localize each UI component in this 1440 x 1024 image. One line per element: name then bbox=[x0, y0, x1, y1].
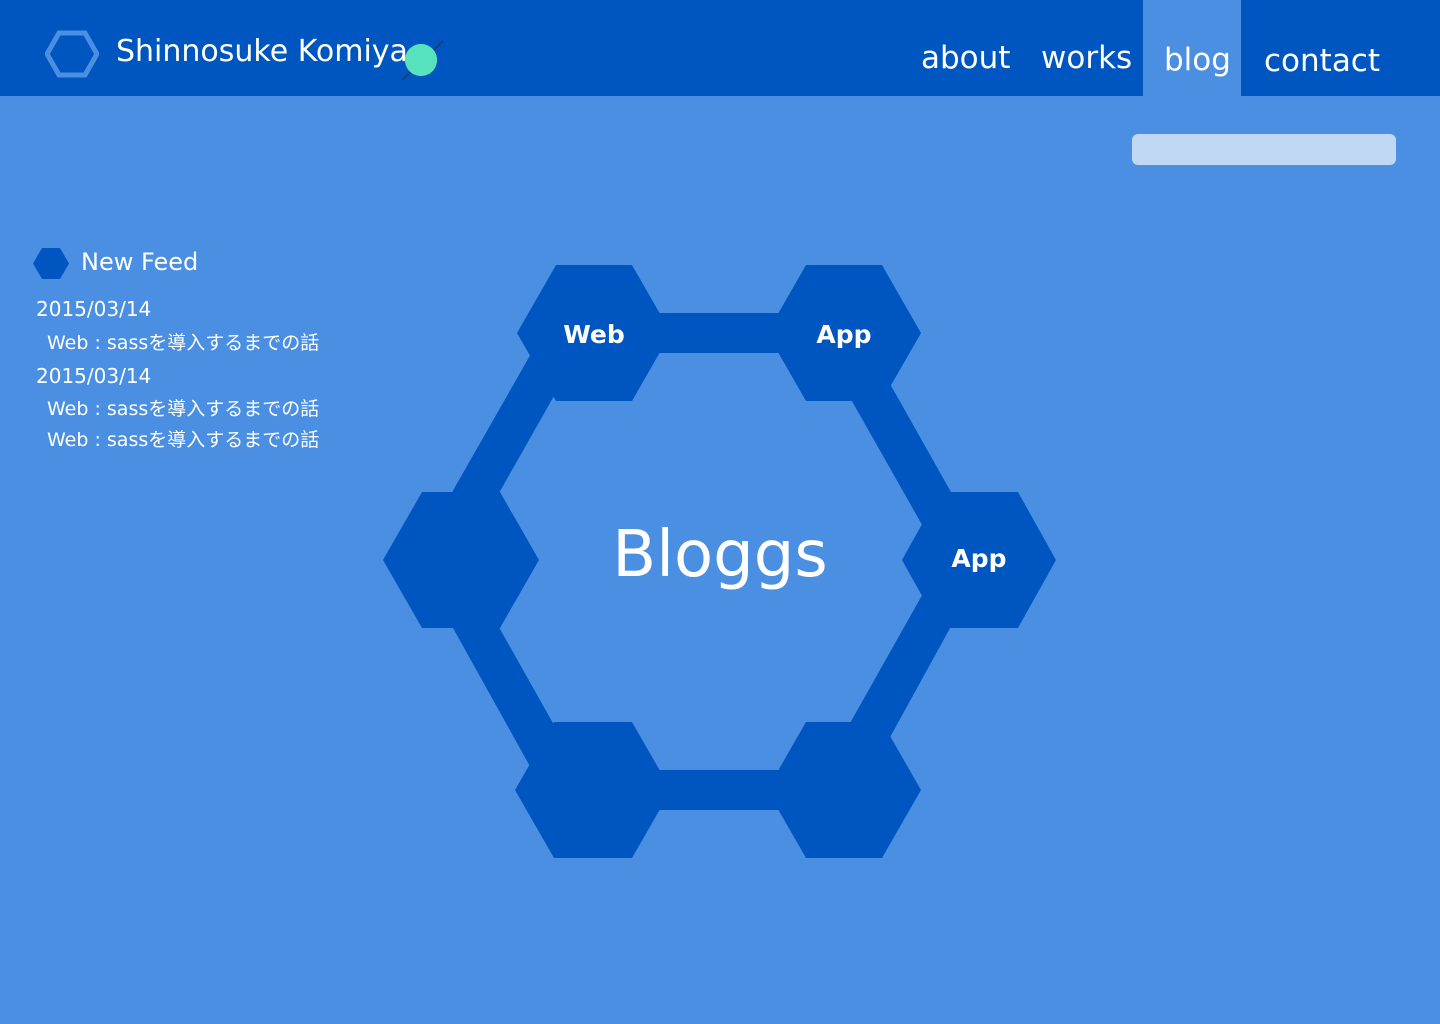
nav-item-label: blog bbox=[1164, 42, 1231, 78]
hex-node-label: Web bbox=[563, 320, 625, 349]
nav-item-label: about bbox=[921, 40, 1011, 76]
hexagon-icon bbox=[33, 248, 69, 279]
header-bar: Shinnosuke Komiya about works blog conta… bbox=[0, 0, 1440, 96]
feed-header: New Feed bbox=[33, 245, 373, 281]
hex-center-title: Bloggs bbox=[612, 518, 827, 592]
hex-node-label: App bbox=[951, 544, 1006, 573]
hexagon-shape bbox=[383, 492, 539, 628]
search-input[interactable] bbox=[1132, 134, 1396, 165]
feed-title: New Feed bbox=[81, 248, 199, 276]
hex-node-bottom-left[interactable] bbox=[515, 722, 671, 858]
nav-item-about[interactable]: about bbox=[921, 0, 1021, 96]
feed-post-link[interactable]: Web : sassを導入するまでの話 bbox=[47, 394, 319, 421]
feed-date: 2015/03/14 bbox=[36, 364, 152, 388]
feed-post-link[interactable]: Web : sassを導入するまでの話 bbox=[47, 425, 319, 452]
hexagon-shape bbox=[515, 722, 671, 858]
nav-item-label: contact bbox=[1264, 43, 1381, 79]
new-feed-panel: New Feed 2015/03/14 Web : sassを導入するまでの話 … bbox=[33, 245, 373, 451]
nav-item-blog[interactable]: blog bbox=[1143, 0, 1241, 96]
hex-node-web[interactable]: Web bbox=[517, 265, 671, 401]
nav-item-works[interactable]: works bbox=[1041, 0, 1141, 96]
hexagon-shape bbox=[767, 722, 921, 858]
hex-node-left[interactable] bbox=[383, 492, 539, 628]
main-nav: about works blog contact bbox=[0, 0, 1440, 96]
nav-item-label: works bbox=[1041, 40, 1133, 76]
hex-node-bottom-right[interactable] bbox=[767, 722, 921, 858]
hex-node-app-top[interactable]: App bbox=[767, 265, 921, 401]
hex-node-label: App bbox=[816, 320, 871, 349]
nav-item-contact[interactable]: contact bbox=[1264, 0, 1384, 96]
feed-post-link[interactable]: Web : sassを導入するまでの話 bbox=[47, 328, 319, 355]
feed-date: 2015/03/14 bbox=[36, 297, 152, 321]
hex-node-app-right[interactable]: App bbox=[902, 492, 1056, 628]
